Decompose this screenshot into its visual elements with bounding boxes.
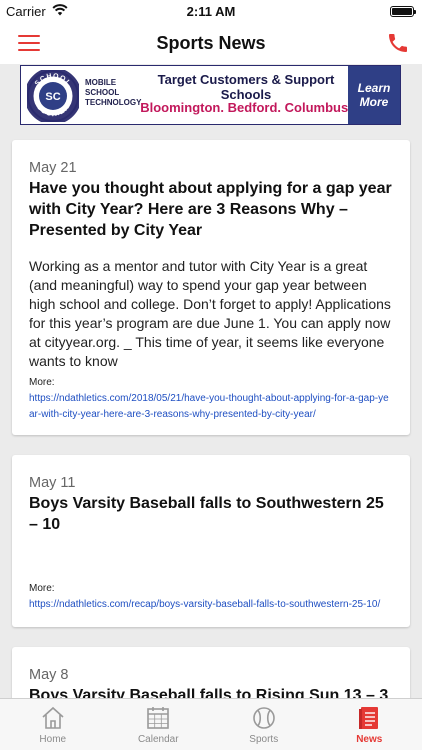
phone-icon[interactable] [386, 31, 410, 55]
ad-banner[interactable]: SCHOOL COURIER SC MOBILE SCHOOL TECHNOLO… [20, 65, 401, 125]
tab-home[interactable]: Home [0, 699, 106, 750]
tab-bar: Home Calendar Sports News [0, 698, 422, 750]
nav-bar: Sports News [0, 22, 422, 64]
news-icon [359, 707, 379, 729]
more-link[interactable]: https://ndathletics.com/recap/boys-varsi… [29, 597, 394, 613]
tab-sports[interactable]: Sports [211, 699, 317, 750]
learn-more-button[interactable]: Learn More [348, 66, 400, 124]
clock: 2:11 AM [186, 4, 236, 19]
tab-label: Calendar [137, 734, 179, 745]
calendar-icon [147, 707, 170, 729]
battery-icon [390, 6, 416, 17]
logo-tagline: MOBILE SCHOOL TECHNOLOGY [85, 78, 142, 107]
tab-label: Sports [249, 734, 279, 745]
school-courier-logo: SCHOOL COURIER SC [27, 70, 79, 122]
banner-cities: Bloomington. Bedford. Columbus. [140, 100, 352, 115]
news-date: May 8 [29, 667, 69, 683]
news-headline[interactable]: Have you thought about applying for a ga… [29, 178, 394, 241]
svg-text:SC: SC [45, 91, 60, 103]
page-title: Sports News [156, 33, 266, 53]
baseball-icon [252, 707, 275, 729]
news-feed: May 21 Have you thought about applying f… [12, 140, 410, 738]
banner-headline: Target Customers & Support Schools [157, 72, 335, 102]
news-date: May 21 [29, 160, 77, 176]
more-label: More: [29, 583, 55, 594]
news-card[interactable]: May 11 Boys Varsity Baseball falls to So… [12, 455, 410, 627]
news-card[interactable]: May 21 Have you thought about applying f… [12, 140, 410, 435]
news-summary: Working as a mentor and tutor with City … [29, 258, 391, 369]
tab-news[interactable]: News [317, 699, 422, 750]
more-label: More: [29, 377, 55, 388]
tab-label: News [356, 734, 383, 745]
home-icon [42, 706, 64, 729]
tab-calendar[interactable]: Calendar [106, 699, 212, 750]
tab-label: Home [39, 734, 67, 745]
news-headline[interactable]: Boys Varsity Baseball falls to Southwest… [29, 493, 394, 535]
status-bar: Carrier 2:11 AM [0, 0, 422, 22]
more-link[interactable]: https://ndathletics.com/2018/05/21/have-… [29, 391, 394, 423]
news-date: May 11 [29, 475, 76, 491]
